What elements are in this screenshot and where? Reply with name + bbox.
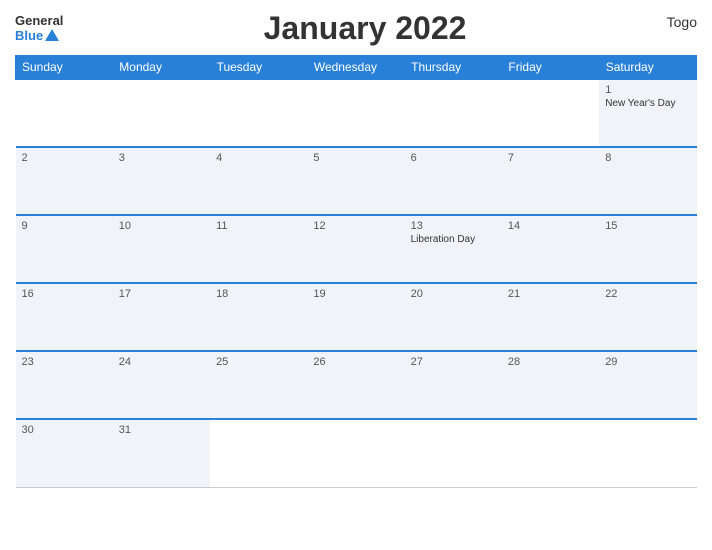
day-number: 24: [119, 356, 204, 368]
calendar-cell: 20: [405, 283, 502, 351]
calendar-cell: [599, 419, 696, 487]
calendar-week-5: 30 31: [16, 419, 697, 487]
logo-blue-text: Blue: [15, 29, 43, 43]
calendar-cell: 12: [307, 215, 404, 283]
calendar-cell: 6: [405, 147, 502, 215]
logo: General Blue: [15, 14, 63, 43]
day-number: 23: [22, 356, 107, 368]
day-number: 11: [216, 220, 301, 232]
day-number: 18: [216, 288, 301, 300]
calendar-table: SundayMondayTuesdayWednesdayThursdayFrid…: [15, 55, 697, 488]
calendar-cell: 24: [113, 351, 210, 419]
calendar-cell: [502, 79, 599, 147]
calendar-cell: 27: [405, 351, 502, 419]
calendar-cell: 29: [599, 351, 696, 419]
day-number: 29: [605, 356, 690, 368]
weekday-header-thursday: Thursday: [405, 56, 502, 80]
calendar-cell: [307, 79, 404, 147]
calendar-cell: 25: [210, 351, 307, 419]
calendar-week-1: 2345 678: [16, 147, 697, 215]
day-number: 17: [119, 288, 204, 300]
weekday-header-wednesday: Wednesday: [307, 56, 404, 80]
calendar-cell: 14: [502, 215, 599, 283]
day-number: 3: [119, 152, 204, 164]
calendar-cell: [502, 419, 599, 487]
logo-general-text: General: [15, 14, 63, 28]
header: General Blue January 2022 Togo: [15, 10, 697, 47]
day-number: 21: [508, 288, 593, 300]
day-number: 31: [119, 424, 204, 436]
calendar-cell: 9: [16, 215, 113, 283]
day-number: 10: [119, 220, 204, 232]
day-number: 8: [605, 152, 690, 164]
day-number: 14: [508, 220, 593, 232]
calendar-cell: 8: [599, 147, 696, 215]
calendar-cell: [210, 419, 307, 487]
calendar-week-0: 1 New Year's Day: [16, 79, 697, 147]
day-number: 26: [313, 356, 398, 368]
calendar-cell: 19: [307, 283, 404, 351]
calendar-cell: 7: [502, 147, 599, 215]
calendar-week-2: 9 10 11 12 13 Liberation Day 14 15: [16, 215, 697, 283]
calendar-cell: 10: [113, 215, 210, 283]
day-number: 5: [313, 152, 398, 164]
calendar-cell: [113, 79, 210, 147]
day-number: 1: [605, 84, 690, 96]
calendar-cell: 5: [307, 147, 404, 215]
calendar-cell: [405, 79, 502, 147]
calendar-week-4: 23 24 25 26 27 28 29: [16, 351, 697, 419]
weekday-header-monday: Monday: [113, 56, 210, 80]
day-number: 20: [411, 288, 496, 300]
calendar-title: January 2022: [63, 10, 666, 47]
calendar-cell: 21: [502, 283, 599, 351]
day-number: 7: [508, 152, 593, 164]
weekday-header-friday: Friday: [502, 56, 599, 80]
day-number: 30: [22, 424, 107, 436]
calendar-cell: 22: [599, 283, 696, 351]
calendar-cell: 1 New Year's Day: [599, 79, 696, 147]
day-number: 12: [313, 220, 398, 232]
calendar-cell: 11: [210, 215, 307, 283]
day-number: 27: [411, 356, 496, 368]
calendar-cell: 26: [307, 351, 404, 419]
day-number: 28: [508, 356, 593, 368]
calendar-cell: 17: [113, 283, 210, 351]
weekday-header-sunday: Sunday: [16, 56, 113, 80]
day-number: 2: [22, 152, 107, 164]
calendar-cell: 23: [16, 351, 113, 419]
calendar-cell: 28: [502, 351, 599, 419]
calendar-cell: 15: [599, 215, 696, 283]
calendar-cell: 31: [113, 419, 210, 487]
calendar-cell: [405, 419, 502, 487]
calendar-cell: 4: [210, 147, 307, 215]
day-number: 15: [605, 220, 690, 232]
day-number: 19: [313, 288, 398, 300]
holiday-name: New Year's Day: [605, 98, 690, 109]
day-number: 9: [22, 220, 107, 232]
weekday-header-row: SundayMondayTuesdayWednesdayThursdayFrid…: [16, 56, 697, 80]
calendar-cell: [210, 79, 307, 147]
country-label: Togo: [667, 10, 697, 30]
logo-triangle-icon: [45, 29, 59, 41]
weekday-header-saturday: Saturday: [599, 56, 696, 80]
calendar-cell: 2: [16, 147, 113, 215]
calendar-cell: 3: [113, 147, 210, 215]
weekday-header-tuesday: Tuesday: [210, 56, 307, 80]
calendar-page: General Blue January 2022 Togo SundayMon…: [0, 0, 712, 550]
calendar-cell: [16, 79, 113, 147]
calendar-cell: [307, 419, 404, 487]
calendar-cell: 18: [210, 283, 307, 351]
day-number: 22: [605, 288, 690, 300]
day-number: 13: [411, 220, 496, 232]
calendar-cell: 16: [16, 283, 113, 351]
calendar-cell: 13 Liberation Day: [405, 215, 502, 283]
calendar-cell: 30: [16, 419, 113, 487]
calendar-week-3: 16 17 18 19 20 21 22: [16, 283, 697, 351]
day-number: 6: [411, 152, 496, 164]
day-number: 4: [216, 152, 301, 164]
day-number: 25: [216, 356, 301, 368]
logo-blue-container: Blue: [15, 29, 63, 43]
day-number: 16: [22, 288, 107, 300]
holiday-name: Liberation Day: [411, 234, 496, 245]
